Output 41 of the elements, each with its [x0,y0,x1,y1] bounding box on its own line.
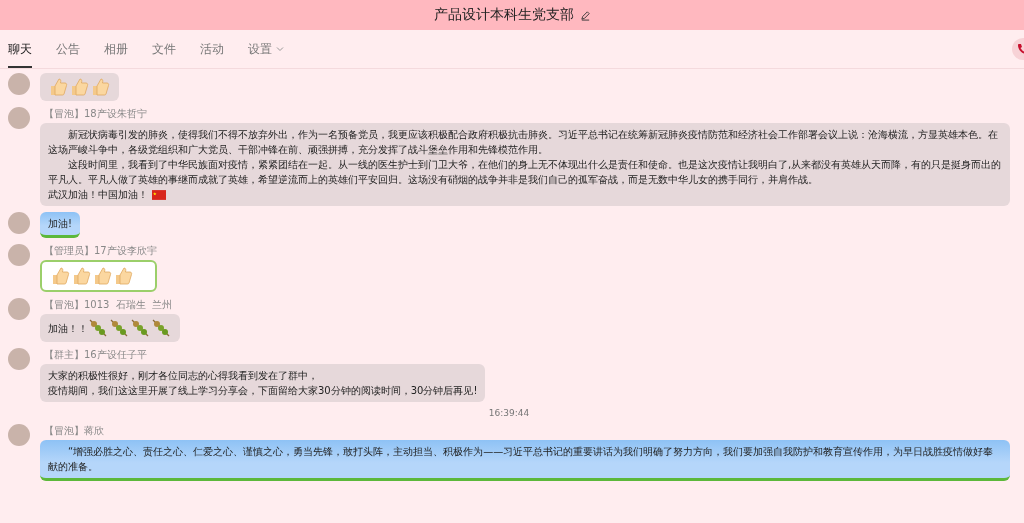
thumbs-up-icon [50,266,70,286]
thumbs-up-icon [113,266,133,286]
tab[interactable]: 聊天 [8,30,32,68]
message-text: 疫情期间，我们这这里开展了线上学习分享会，下面留给大家30分钟的阅读时间，30分钟后再见! [48,384,478,398]
sender-name: 【冒泡】18产设朱哲宁 [43,107,148,121]
thumbs-up-icon [71,266,91,286]
sender-name: 【群主】16产设任子平 [43,348,148,362]
skewer-icon [151,318,171,338]
skewer-icon [109,318,129,338]
skewer-icon [130,318,150,338]
flag-icon [152,189,166,200]
avatar[interactable] [8,212,30,234]
avatar[interactable] [8,348,30,370]
message-text: 武汉加油！中国加油！ [48,188,148,202]
avatar[interactable] [8,107,30,129]
tab[interactable]: 活动 [200,30,224,68]
avatar[interactable] [8,73,30,95]
tab[interactable]: 文件 [152,30,176,68]
pencil-icon[interactable] [579,9,591,21]
thumbs-up-icon [90,77,110,97]
message-text: “增强必胜之心、责任之心、仁爱之心、谨慎之心，勇当先锋，敢打头阵，主动担当、积极作为——习近平总书记的重要讲话为我们明确了努力方向，我们要加强自我防护和教育宣传作用，为早日战胜疫情做好奉献的准备。 [48,445,995,474]
skewer-icon [88,318,108,338]
tab[interactable]: 相册 [104,30,128,68]
thumbs-up-icon [92,266,112,286]
window-title: 产品设计本科生党支部 [433,6,574,24]
message-text: 加油！！ [48,321,88,336]
thumbs-up-icon [69,77,89,97]
message-text: 大家的积极性很好，刚才各位同志的心得我看到发在了群中， [48,369,319,383]
thumbs-up-icon [48,77,68,97]
message-text: 新冠状病毒引发的肺炎，使得我们不得不放弃外出，作为一名预备党员，我更应该积极配合政府积极抗击肺炎。习近平总书记在统筹新冠肺炎疫情防范和经济社会工作部署会议上说：沧海横流，方显英雄本色。在这场严峻斗争中，各级党组织和广大党员、干部冲锋在前、顽强拼搏，充分发挥了战斗堡垒作用和先锋模范作用。 [48,128,999,157]
avatar[interactable] [8,298,30,320]
avatar[interactable] [8,424,30,446]
sender-name: 【冒泡】蒋欣 [43,424,105,438]
timestamp: 16:39:44 [487,408,531,418]
sender-name: 【管理员】17产设李欣宇 [43,244,157,258]
tab[interactable]: 公告 [56,30,80,68]
message-text: 加油! [48,217,72,231]
tab[interactable]: 设置 [248,30,284,68]
sender-name: 【冒泡】1013 石瑞生 兰州 [43,298,174,312]
avatar[interactable] [8,244,30,266]
message-text: 这段时间里，我看到了中华民族面对疫情，紧紧团结在一起。从一线的医生护士到门卫大爷，在他们的身上无不体现出什么是责任和使命。也是这次疫情让我明白了,从来都没有英雄从天而降，有的只是挺身而出的平凡人。平凡人做了英雄的事继而成就了英雄，希望逆流而上的英雄们平安回归。这场没有硝烟的战争并非是我们自己的孤军奋战，而是无数中华儿女的携手同行，并肩作战。 [48,158,1002,187]
